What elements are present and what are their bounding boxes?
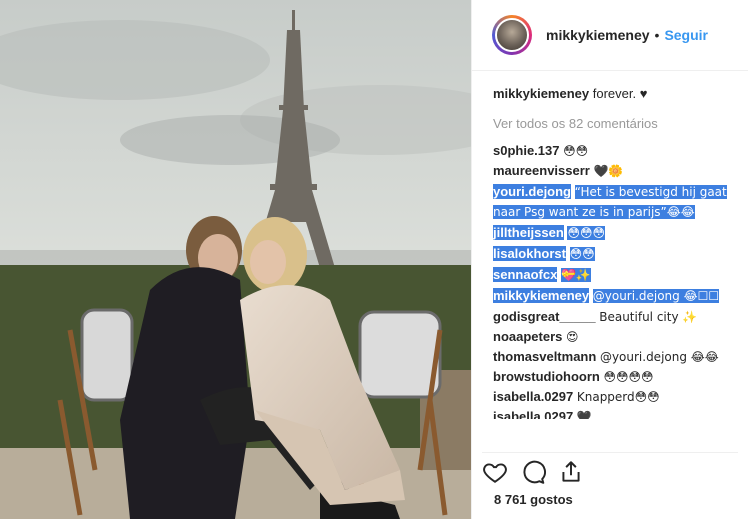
- comment-text: 😳😳😳: [567, 226, 605, 240]
- author-username[interactable]: mikkykiemeney: [546, 27, 650, 43]
- caption-text: forever. ♥: [592, 86, 648, 101]
- comments-list[interactable]: mikkykiemeney forever. ♥ Ver todos os 82…: [493, 78, 740, 452]
- post-header: mikkykiemeney • Seguir: [472, 0, 748, 71]
- comment-username[interactable]: s0phie.137: [493, 143, 560, 158]
- comment-text: Knapperd😳😳: [576, 390, 660, 404]
- view-all-comments-link[interactable]: Ver todos os 82 comentários: [493, 114, 740, 134]
- comment-row: maureenvisserr 🖤🌼: [493, 161, 740, 181]
- comment-text: 😳😳: [563, 144, 589, 158]
- comment-row: mikkykiemeney @youri.dejong 😂☐☐: [493, 286, 740, 306]
- comment-row: s0phie.137 😳😳: [493, 141, 740, 161]
- post-side-panel: mikkykiemeney • Seguir mikkykiemeney for…: [471, 0, 748, 519]
- photo-scene: [0, 0, 471, 519]
- action-bar: [482, 452, 738, 485]
- comment-text: @youri.dejong 😂😂: [599, 350, 719, 364]
- heart-icon[interactable]: [482, 459, 508, 485]
- follow-button[interactable]: Seguir: [664, 27, 708, 43]
- comment-text: 💝✨: [560, 268, 591, 282]
- comment-row: lisalokhorst 😳😳: [493, 244, 740, 264]
- avatar[interactable]: [495, 18, 529, 52]
- comment-text: 🖤: [576, 410, 592, 419]
- comment-username[interactable]: isabella.0297: [493, 389, 573, 404]
- post-caption: mikkykiemeney forever. ♥: [493, 84, 740, 104]
- comment-username[interactable]: godisgreat_____: [493, 309, 596, 324]
- comment-username[interactable]: maureenvisserr: [493, 163, 590, 178]
- comment-username[interactable]: browstudiohoorn: [493, 369, 600, 384]
- comment-row: jilltheijssen 😳😳😳: [493, 223, 740, 243]
- comment-username[interactable]: sennaofcx: [493, 267, 558, 282]
- caption-username[interactable]: mikkykiemeney: [493, 86, 589, 101]
- comment-text: 😍: [566, 330, 579, 344]
- comment-username[interactable]: mikkykiemeney: [493, 288, 590, 303]
- comment-row: godisgreat_____ Beautiful city ✨: [493, 307, 740, 327]
- story-ring[interactable]: [492, 15, 532, 55]
- comment-row: browstudiohoorn 😳😳😳😳: [493, 367, 740, 387]
- comment-text: 🖤🌼: [593, 164, 624, 178]
- comment-text: Beautiful city ✨: [599, 310, 698, 324]
- likes-count: 8 761 gostos: [494, 492, 573, 507]
- comment-row: sennaofcx 💝✨: [493, 265, 740, 285]
- comment-row: noaapeters 😍: [493, 327, 740, 347]
- comment-row: thomasveltmann @youri.dejong 😂😂: [493, 347, 740, 367]
- comment-username[interactable]: thomasveltmann: [493, 349, 596, 364]
- comment-row: youri.dejong “Het is bevestigd hij gaat …: [493, 182, 740, 222]
- comment-username[interactable]: noaapeters: [493, 329, 562, 344]
- comment-icon[interactable]: [520, 459, 546, 485]
- comment-row: isabella.0297 🖤: [493, 407, 740, 419]
- comment-username[interactable]: lisalokhorst: [493, 246, 566, 261]
- comment-username[interactable]: jilltheijssen: [493, 225, 564, 240]
- comment-row: isabella.0297 Knapperd😳😳: [493, 387, 740, 407]
- comment-username[interactable]: youri.dejong: [493, 184, 571, 199]
- share-icon[interactable]: [558, 459, 584, 485]
- separator-dot: •: [654, 27, 660, 43]
- comment-text: @youri.dejong 😂☐☐: [592, 289, 720, 303]
- comment-text: 😳😳: [569, 247, 595, 261]
- post-photo: [0, 0, 471, 519]
- comment-username[interactable]: isabella.0297: [493, 409, 573, 419]
- comment-text: 😳😳😳😳: [603, 370, 654, 384]
